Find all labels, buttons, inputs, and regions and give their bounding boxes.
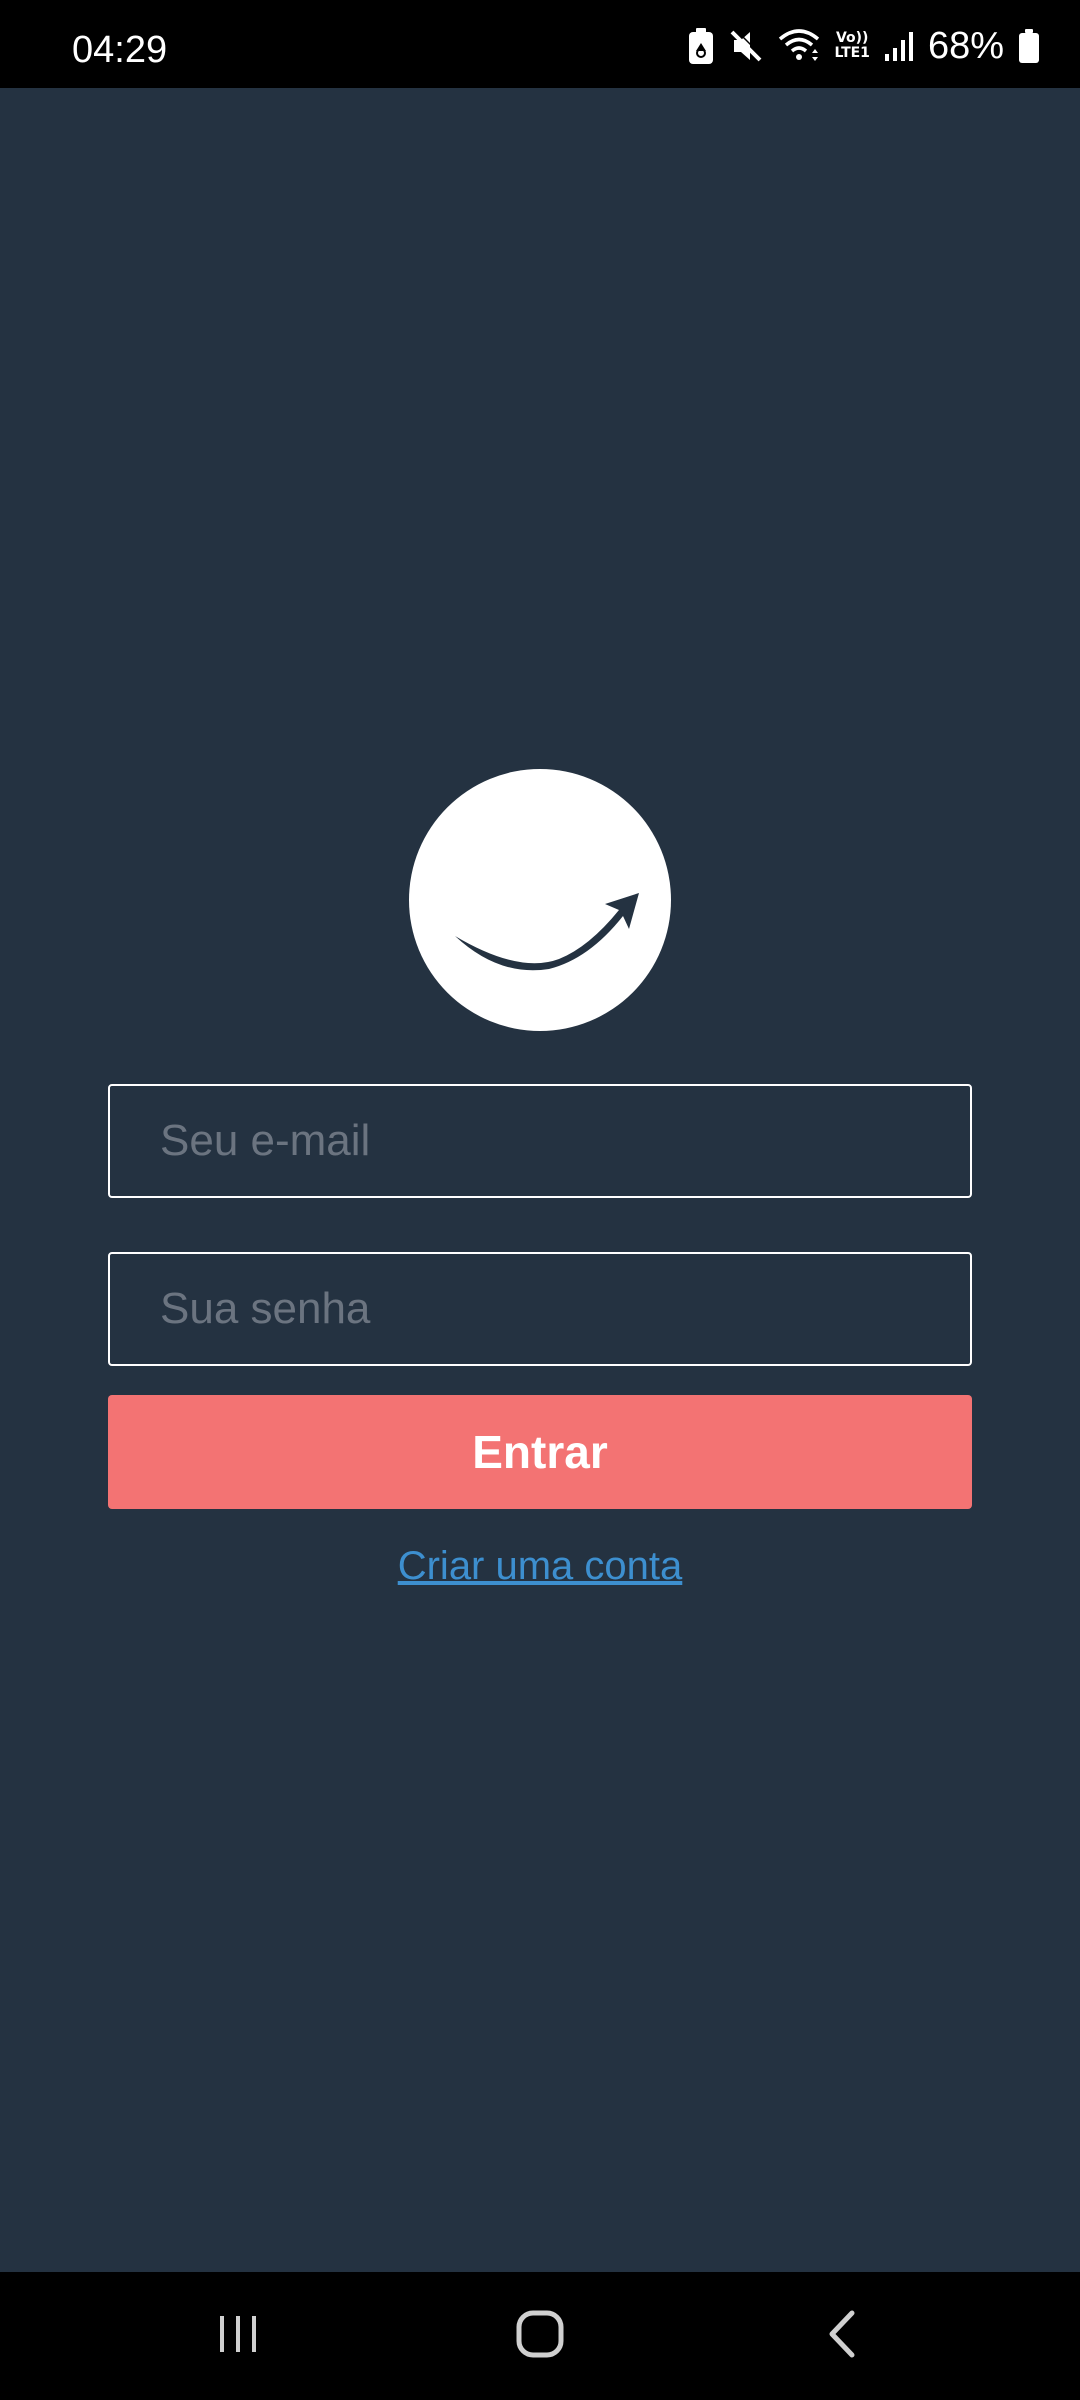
lte-label: LTE1: [834, 45, 870, 61]
smile-arrow-logo-icon: [409, 769, 671, 1031]
volte-lte-icon: Vo)) LTE1: [834, 31, 869, 61]
password-field[interactable]: [108, 1252, 972, 1366]
status-icons: Vo)) LTE1 68%: [688, 22, 1040, 70]
navigation-bar: [0, 2272, 1080, 2400]
battery-saver-icon: [688, 27, 714, 65]
mute-icon: [728, 28, 764, 64]
status-bar: 04:29 Vo)) LTE1 68%: [0, 0, 1080, 88]
status-time: 04:29: [72, 29, 168, 71]
password-input[interactable]: [110, 1254, 970, 1364]
recent-apps-icon: [216, 2312, 260, 2361]
recent-apps-button[interactable]: [178, 2296, 298, 2376]
email-field[interactable]: [108, 1084, 972, 1198]
login-screen: 04:29 Vo)) LTE1 68% Seu e-mail Entrar Cr…: [0, 0, 1080, 2400]
volte-label: Vo)): [835, 30, 869, 46]
create-account-link[interactable]: Criar uma conta: [0, 1538, 1080, 1594]
battery-percent: 68%: [927, 25, 1004, 67]
home-button[interactable]: [480, 2296, 600, 2376]
back-icon: [824, 2309, 860, 2364]
wifi-icon: [778, 29, 820, 63]
home-icon: [515, 2309, 565, 2364]
login-button-label: Entrar: [472, 1426, 608, 1478]
email-input[interactable]: [110, 1086, 970, 1196]
back-button[interactable]: [782, 2296, 902, 2376]
signal-icon: [884, 30, 914, 62]
login-button[interactable]: Entrar: [108, 1395, 972, 1509]
battery-icon: [1018, 28, 1040, 64]
